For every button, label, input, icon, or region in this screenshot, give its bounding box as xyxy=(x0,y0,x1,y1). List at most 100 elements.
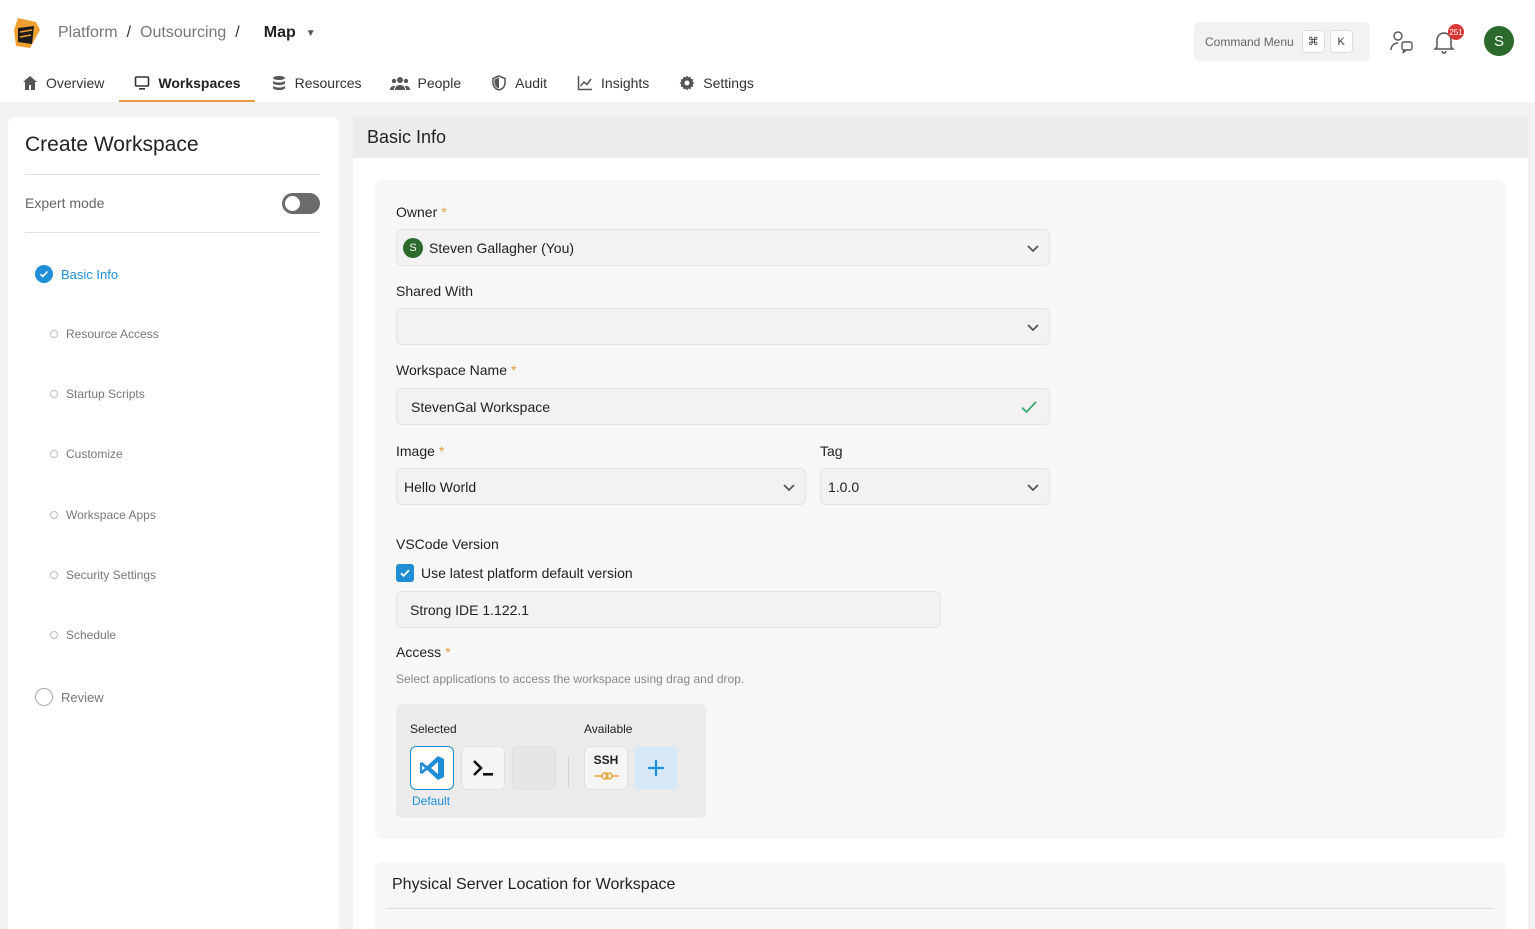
tab-audit[interactable]: Audit xyxy=(491,64,547,102)
tab-label: Audit xyxy=(515,75,548,91)
add-app-button[interactable] xyxy=(634,746,678,790)
divider xyxy=(568,756,569,788)
step-dot-icon xyxy=(50,571,58,579)
ssh-label: SSH xyxy=(593,753,619,767)
plus-icon xyxy=(648,760,664,776)
step-dot-icon xyxy=(50,450,58,458)
workspace-name-label-text: Workspace Name xyxy=(396,362,508,378)
terminal-app-tile[interactable] xyxy=(461,746,505,790)
tab-people[interactable]: People xyxy=(389,64,462,102)
server-location-card: Physical Server Location for Workspace xyxy=(375,862,1506,929)
tag-select[interactable]: 1.0.0 xyxy=(820,468,1050,505)
step-workspace-apps[interactable]: Workspace Apps xyxy=(50,508,156,522)
tag-label: Tag xyxy=(820,443,843,459)
chevron-down-icon xyxy=(1027,324,1039,332)
database-icon xyxy=(272,76,285,90)
tab-resources[interactable]: Resources xyxy=(271,64,362,102)
terminal-icon xyxy=(473,760,493,776)
access-helper-text: Select applications to access the worksp… xyxy=(396,672,745,686)
access-label: Access * xyxy=(396,644,451,660)
breadcrumb-map[interactable]: Map xyxy=(264,24,296,42)
section-title: Basic Info xyxy=(367,127,447,147)
step-security-settings[interactable]: Security Settings xyxy=(50,568,156,582)
access-dnd-box: Selected Available Default SSH xyxy=(396,704,706,818)
tab-insights[interactable]: Insights xyxy=(577,64,649,102)
step-label: Basic Info xyxy=(61,266,119,282)
step-startup-scripts[interactable]: Startup Scripts xyxy=(50,387,145,401)
checkmark-icon xyxy=(1021,401,1037,414)
vscode-version-input[interactable]: Strong IDE 1.122.1 xyxy=(396,591,941,628)
tab-label: Workspaces xyxy=(158,75,241,91)
image-value: Hello World xyxy=(404,478,477,495)
owner-value: Steven Gallagher (You) xyxy=(429,239,575,256)
tab-workspaces[interactable]: Workspaces xyxy=(119,64,255,102)
command-key-icon: ⌘ xyxy=(1301,30,1325,53)
use-latest-checkbox[interactable] xyxy=(396,564,414,582)
vscode-app-tile[interactable] xyxy=(410,746,454,790)
expert-mode-toggle[interactable] xyxy=(282,193,320,214)
image-label-text: Image xyxy=(396,443,435,459)
divider xyxy=(387,908,1493,909)
use-latest-label[interactable]: Use latest platform default version xyxy=(421,565,633,581)
step-label: Workspace Apps xyxy=(66,508,156,522)
step-resource-access[interactable]: Resource Access xyxy=(50,327,159,341)
owner-label-text: Owner xyxy=(396,204,438,220)
check-circle-icon xyxy=(35,265,53,283)
ssh-app-tile[interactable]: SSH xyxy=(584,746,628,790)
chevron-down-icon xyxy=(783,484,795,492)
breadcrumb-platform[interactable]: Platform xyxy=(58,24,118,42)
step-dot-icon xyxy=(50,330,58,338)
chart-line-icon xyxy=(577,76,593,91)
top-header: Platform / Outsourcing / Map ▼ Command M… xyxy=(0,0,1535,102)
people-icon xyxy=(389,77,410,90)
divider xyxy=(25,174,320,175)
owner-select[interactable]: S Steven Gallagher (You) xyxy=(396,229,1050,266)
tab-settings[interactable]: Settings xyxy=(679,64,754,102)
shared-with-select[interactable] xyxy=(396,308,1050,345)
step-basic-info[interactable]: Basic Info xyxy=(35,265,118,283)
support-chat-icon[interactable] xyxy=(1390,30,1414,54)
workspace-name-label: Workspace Name * xyxy=(396,362,516,378)
access-label-text: Access xyxy=(396,644,442,660)
breadcrumb-separator: / xyxy=(235,24,240,41)
shield-icon xyxy=(492,75,506,91)
breadcrumb-outsourcing[interactable]: Outsourcing xyxy=(140,24,226,42)
selected-label: Selected xyxy=(410,722,457,736)
divider xyxy=(25,232,320,233)
shared-with-label: Shared With xyxy=(396,283,474,299)
step-label: Schedule xyxy=(66,628,117,642)
required-marker: * xyxy=(511,362,517,378)
tag-value: 1.0.0 xyxy=(828,478,860,495)
step-schedule[interactable]: Schedule xyxy=(50,628,116,642)
step-review[interactable]: Review xyxy=(35,688,104,706)
tab-label: Overview xyxy=(46,75,105,91)
monitor-icon xyxy=(135,76,150,90)
image-select[interactable]: Hello World xyxy=(396,468,806,505)
home-icon xyxy=(23,76,37,90)
image-label: Image * xyxy=(396,443,444,459)
default-label: Default xyxy=(412,794,451,808)
step-dot-icon xyxy=(50,631,58,639)
key-connector-icon xyxy=(595,772,619,780)
wizard-sidebar: Create Workspace Expert mode Basic Info … xyxy=(8,117,339,929)
tab-label: Settings xyxy=(703,75,754,91)
tab-label: People xyxy=(417,75,462,91)
workspace-name-input[interactable]: StevenGal Workspace xyxy=(396,388,1050,425)
empty-app-slot[interactable] xyxy=(512,746,556,790)
step-customize[interactable]: Customize xyxy=(50,447,123,461)
required-marker: * xyxy=(441,204,447,220)
step-label: Review xyxy=(61,689,104,705)
chevron-down-icon[interactable]: ▼ xyxy=(306,28,316,39)
command-menu-button[interactable]: Command Menu ⌘ K xyxy=(1194,22,1370,61)
tab-label: Insights xyxy=(601,75,650,91)
tab-overview[interactable]: Overview xyxy=(22,64,104,102)
user-avatar[interactable]: S xyxy=(1484,26,1514,56)
chevron-down-icon xyxy=(1027,245,1039,253)
required-marker: * xyxy=(438,443,445,459)
section-header: Basic Info xyxy=(353,117,1528,158)
command-menu-label: Command Menu xyxy=(1205,34,1294,49)
owner-avatar: S xyxy=(403,237,423,258)
step-dot-icon xyxy=(50,390,58,398)
app-logo-icon[interactable] xyxy=(12,16,42,50)
breadcrumb: Platform / Outsourcing / Map ▼ xyxy=(58,24,316,42)
